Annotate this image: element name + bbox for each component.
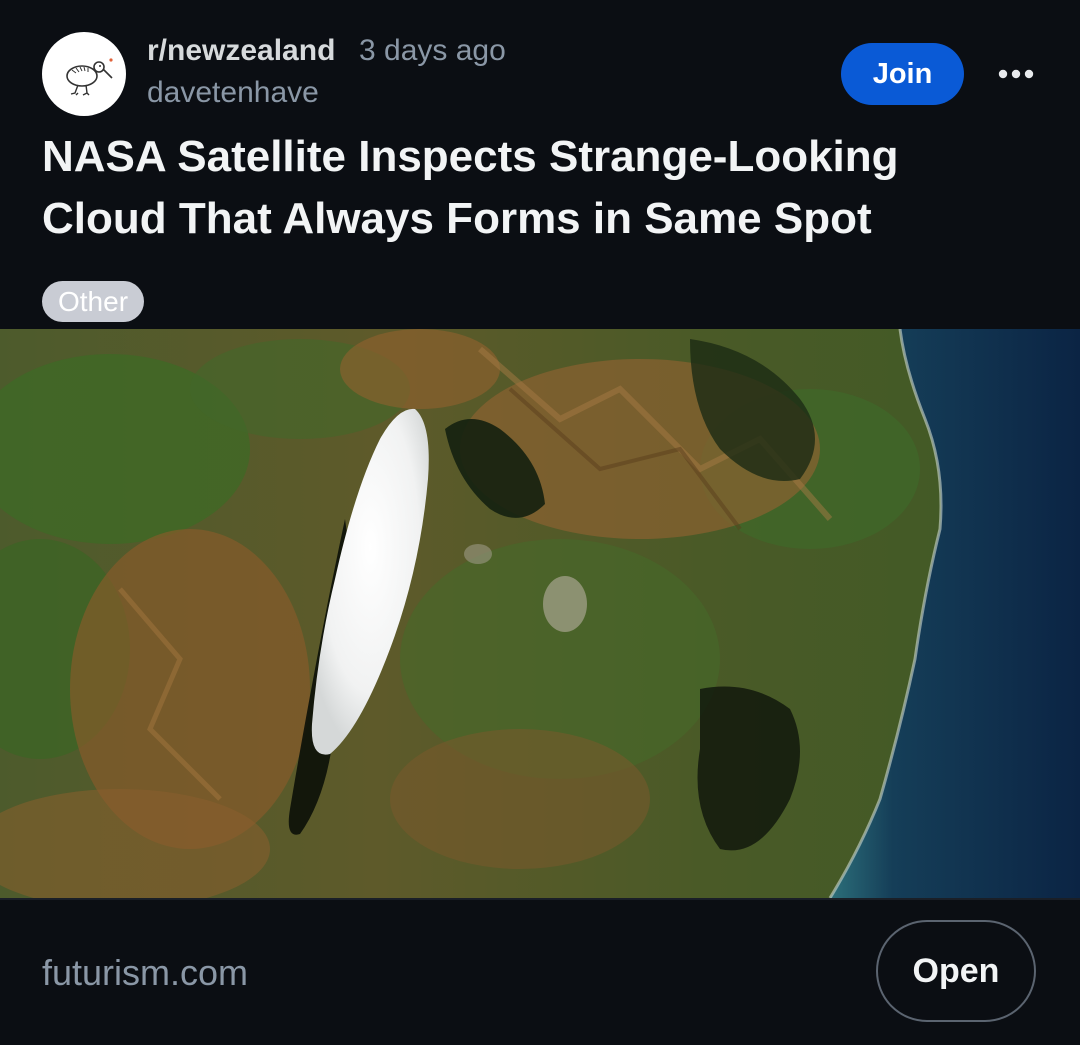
post-title[interactable]: NASA Satellite Inspects Strange-Looking … [42, 126, 1002, 250]
more-options-button[interactable] [994, 56, 1038, 92]
link-domain[interactable]: futurism.com [42, 952, 248, 994]
subreddit-avatar[interactable] [42, 32, 126, 116]
post-image[interactable] [0, 329, 1080, 898]
post-flair[interactable]: Other [42, 281, 145, 322]
post-author[interactable]: davetenhave [147, 76, 319, 110]
more-horizontal-icon [998, 69, 1034, 79]
subreddit-name[interactable]: r/newzealand [147, 34, 335, 68]
kiwi-bird-icon [66, 58, 113, 96]
join-button[interactable]: Join [841, 43, 964, 105]
open-link-button[interactable]: Open [876, 920, 1036, 1022]
footer-divider [0, 898, 1080, 900]
satellite-landscape-image [0, 329, 1080, 898]
post-card: r/newzealand 3 days ago davetenhave Join… [0, 0, 1080, 1045]
post-time: 3 days ago [359, 34, 506, 67]
